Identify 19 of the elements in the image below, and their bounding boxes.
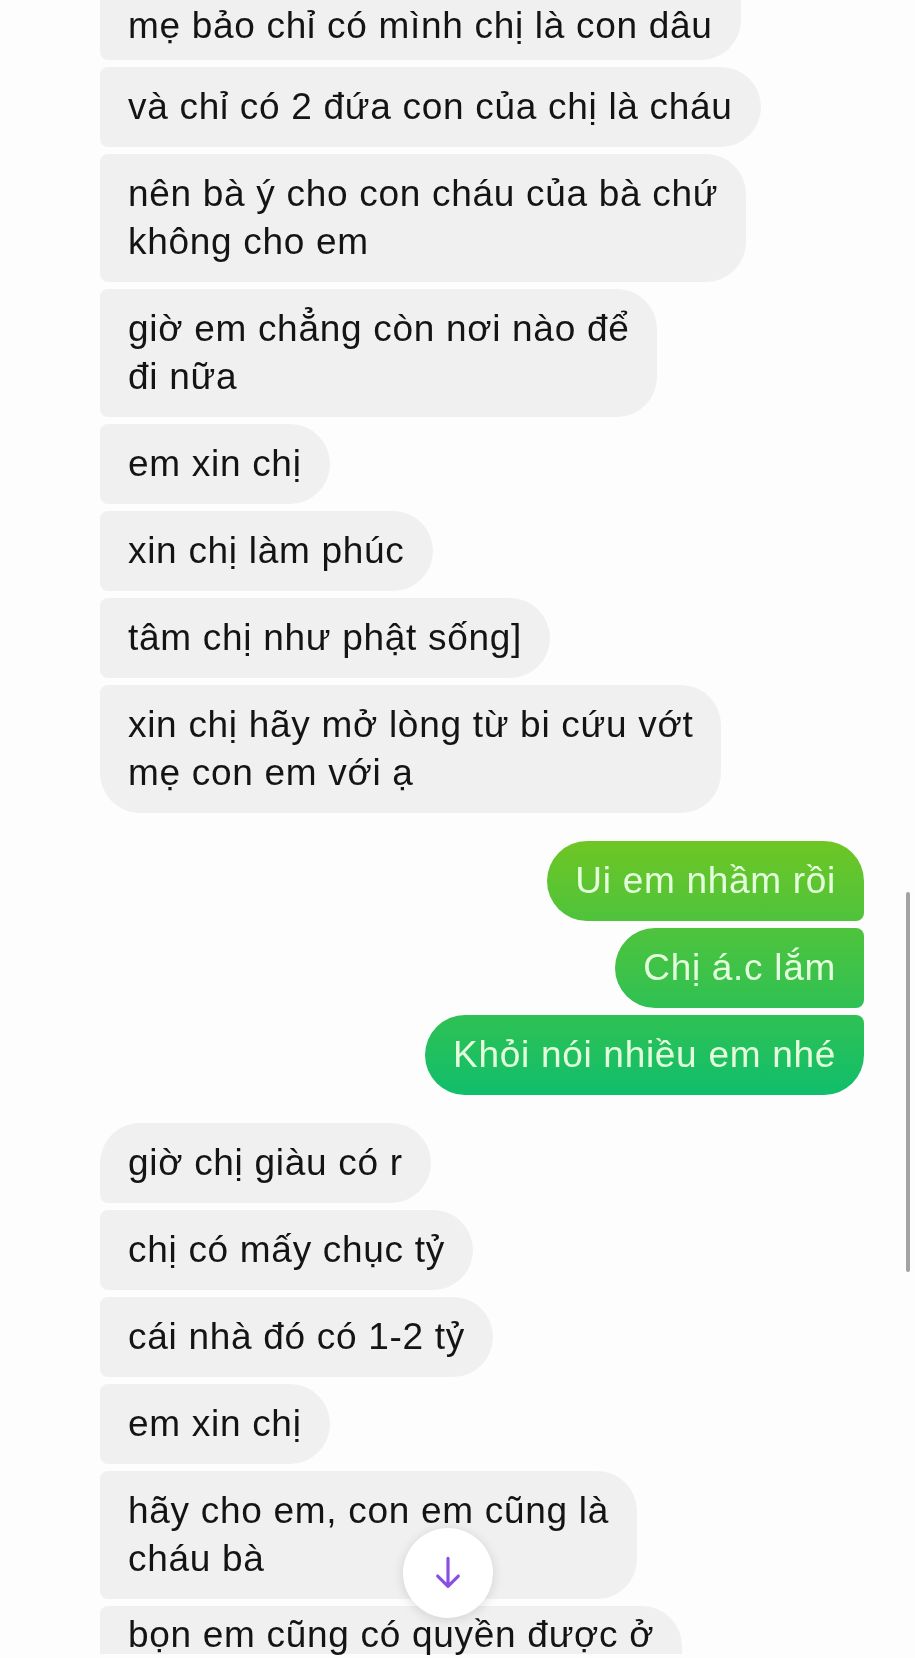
message-bubble: nên bà ý cho con cháu của bà chứ không cho em [100,154,747,282]
message-bubble: Ui em nhầm rồi [547,841,864,921]
message-bubble: xin chị làm phúc [100,511,433,591]
message-bubble: bọn em cũng có quyền được ở [100,1606,683,1654]
message-bubble: tâm chị như phật sống] [100,598,550,678]
message-bubble: mẹ bảo chỉ có mình chị là con dâu [100,0,741,60]
message-bubble: Khỏi nói nhiều em nhé [425,1015,864,1095]
message-bubble: giờ em chẳng còn nơi nào để đi nữa [100,289,658,417]
message-bubble: và chỉ có 2 đứa con của chị là cháu [100,67,761,147]
message-bubble: cái nhà đó có 1-2 tỷ [100,1297,493,1377]
message-bubble: giờ chị giàu có r [100,1123,431,1203]
message-bubble: em xin chị [100,424,330,504]
arrow-down-icon [433,1556,463,1590]
scrollbar[interactable] [906,892,910,1272]
message-bubble: em xin chị [100,1384,330,1464]
message-bubble: Chị á.c lắm [615,928,864,1008]
message-bubble: xin chị hãy mở lòng từ bi cứu vớt mẹ con em với ạ [100,685,722,813]
message-bubble: chị có mấy chục tỷ [100,1210,473,1290]
message-bubble: hãy cho em, con em cũng là cháu bà [100,1471,637,1599]
